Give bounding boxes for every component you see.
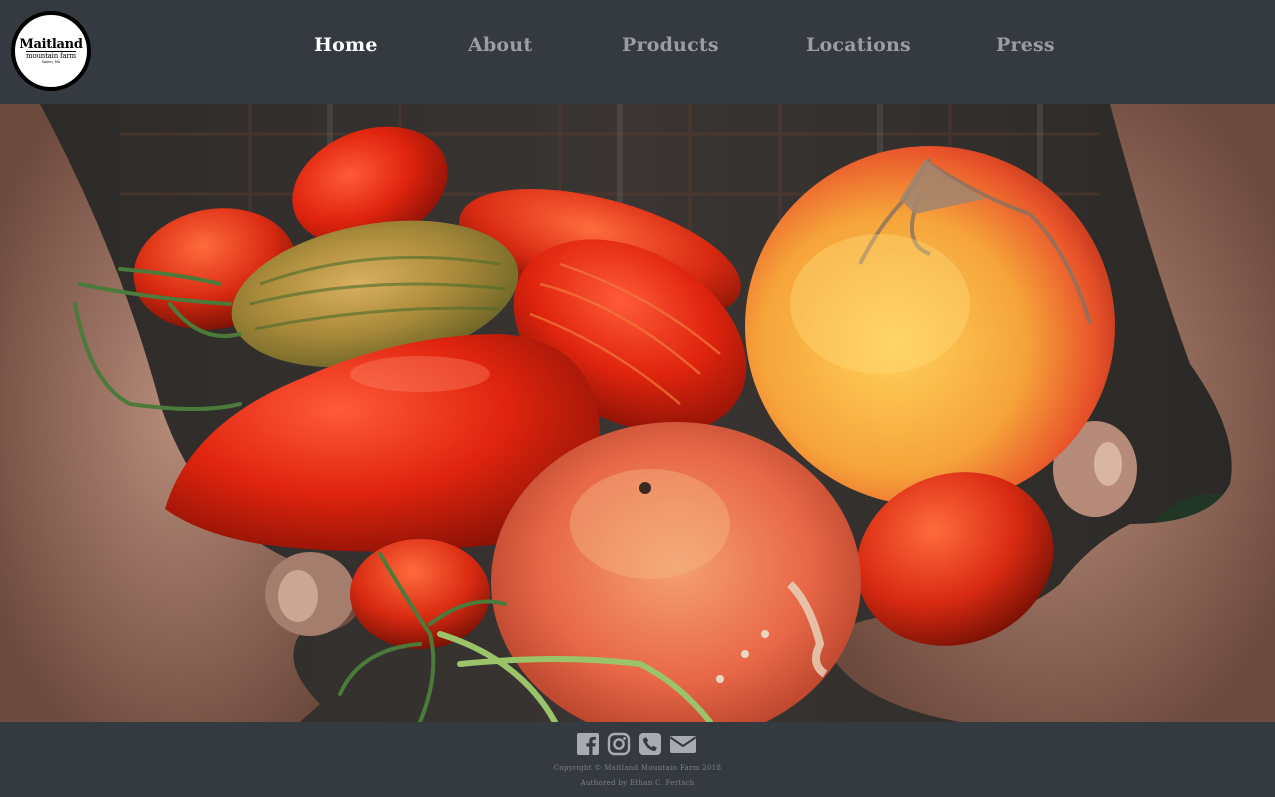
facebook-icon[interactable] [576, 732, 600, 756]
nav-press[interactable]: Press [996, 34, 1055, 56]
instagram-icon[interactable] [607, 732, 631, 756]
tomatoes-photo [0, 104, 1275, 722]
author-credit: Authored by Ethan C. Fertsch [580, 779, 695, 787]
phone-icon[interactable] [638, 732, 662, 756]
nav-home[interactable]: Home [314, 34, 378, 56]
main-nav: Home About Products Locations Press [0, 34, 1275, 64]
email-icon[interactable] [669, 732, 697, 756]
nav-locations[interactable]: Locations [806, 34, 911, 56]
copyright-text: Copyright © Maitland Mountain Farm 2018 [553, 764, 722, 772]
nav-about[interactable]: About [468, 34, 532, 56]
site-header: Maitland mountain farm Salem, MA Home Ab… [0, 0, 1275, 104]
social-links [576, 732, 697, 758]
hero-image [0, 104, 1275, 722]
site-footer: Copyright © Maitland Mountain Farm 2018 … [0, 722, 1275, 797]
nav-products[interactable]: Products [622, 34, 719, 56]
